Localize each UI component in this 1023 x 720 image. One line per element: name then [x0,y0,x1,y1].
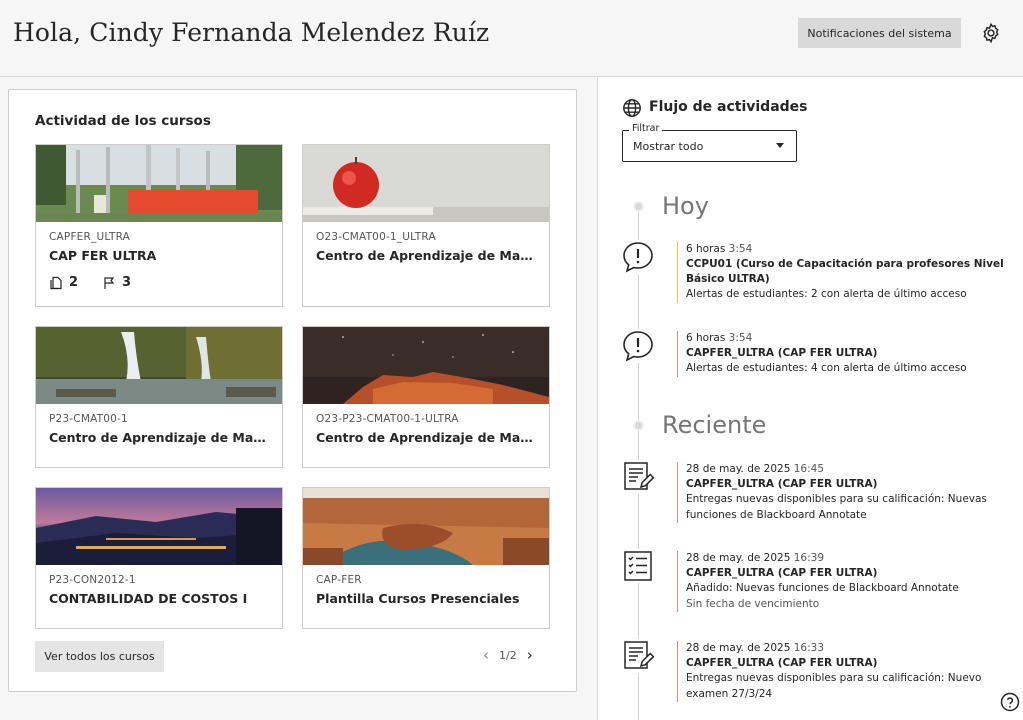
course-thumbnail [36,145,282,222]
activity-stream-panel: Flujo de actividades Filtrar Mostrar tod… [597,77,1023,720]
course-thumbnail [303,488,549,565]
course-flags-count: 3 [122,275,132,290]
course-activity-card: Actividad de los cursos CAPFER_ULTRA CAP… [8,89,577,692]
alert-icon [621,240,655,274]
activity-description: Entregas nuevas disponibles para su cali… [686,672,982,700]
course-activity-title: Actividad de los cursos [35,113,211,129]
course-thumbnail [36,488,282,565]
activity-time: 3:54 [728,332,753,344]
previous-page-icon[interactable]: ‹ [483,648,489,663]
checklist-icon [621,549,655,583]
activity-course[interactable]: CAPFER_ULTRA (CAP FER ULTRA) [686,656,1007,671]
grading-document-icon [621,460,655,494]
activity-description: Entregas nuevas disponibles para su cali… [686,493,987,521]
course-name: Centro de Aprendizaje de Matemática [316,248,538,263]
grading-document-icon [621,639,655,673]
alert-icon [621,329,655,363]
activity-date: 28 de may. de 2025 [686,463,791,475]
activity-due-date: Sin fecha de vencimiento [686,597,820,610]
course-card-o23-p23-cmat00-1-ultra[interactable]: O23-P23-CMAT00-1-ULTRA Centro de Aprendi… [302,326,550,468]
activity-item[interactable]: 28 de may. de 2025 16:45 CAPFER_ULTRA (C… [677,462,1007,523]
activity-item[interactable]: 6 horas 3:54 CCPU01 (Curso de Capacitaci… [677,242,1007,303]
activity-description: Añadido: Nuevas funciones de Blackboard … [686,582,959,594]
course-stats: 2 3 [49,275,131,290]
timeline-dot [633,201,644,212]
course-files-count: 2 [69,275,79,290]
course-code: CAP-FER [316,574,362,586]
activity-course[interactable]: CAPFER_ULTRA (CAP FER ULTRA) [686,566,1007,581]
course-thumbnail [36,327,282,404]
activity-item[interactable]: 28 de may. de 2025 16:33 CAPFER_ULTRA (C… [677,641,1007,702]
document-icon [50,276,62,289]
activity-date: 28 de may. de 2025 [686,642,791,654]
activity-stream-title: Flujo de actividades [649,99,808,115]
filter-value: Mostrar todo [633,140,704,153]
course-thumbnail [303,145,549,222]
flag-icon [104,276,115,289]
activity-item[interactable]: 28 de may. de 2025 16:39 CAPFER_ULTRA (C… [677,551,1007,612]
course-code: O23-P23-CMAT00-1-ULTRA [316,413,459,425]
activity-course[interactable]: CCPU01 (Curso de Capacitación para profe… [686,257,1007,287]
activity-date: 28 de may. de 2025 [686,552,791,564]
course-card-capfer-ultra[interactable]: CAPFER_ULTRA CAP FER ULTRA 2 3 [35,144,283,307]
filter-select[interactable]: Filtrar Mostrar todo [622,123,797,162]
activity-course[interactable]: CAPFER_ULTRA (CAP FER ULTRA) [686,477,1007,492]
course-code: O23-CMAT00-1_ULTRA [316,231,436,243]
activity-description: Alertas de estudiantes: 2 con alerta de … [686,288,967,300]
gear-icon[interactable] [980,22,1002,44]
activity-description: Alertas de estudiantes: 4 con alerta de … [686,362,967,374]
page-header: Hola, Cindy Fernanda Melendez Ruíz Notif… [0,0,1023,77]
course-code: P23-CON2012-1 [49,574,136,586]
page-indicator: 1/2 [499,649,517,662]
course-card-cap-fer[interactable]: CAP-FER Plantilla Cursos Presenciales [302,487,550,629]
section-today: Hoy [662,192,709,220]
course-name: Centro de Aprendizaje de Matemática [49,430,271,445]
globe-icon [623,99,641,117]
activity-time: 16:39 [793,552,825,564]
timeline-dot [633,420,644,431]
course-code: P23-CMAT00-1 [49,413,128,425]
activity-time-ago: 6 horas [686,332,726,344]
help-icon[interactable] [1000,692,1020,712]
course-card-p23-cmat00-1[interactable]: P23-CMAT00-1 Centro de Aprendizaje de Ma… [35,326,283,468]
activity-time: 16:45 [793,463,825,475]
course-card-p23-con2012-1[interactable]: P23-CON2012-1 CONTABILIDAD DE COSTOS I [35,487,283,629]
course-name: CAP FER ULTRA [49,248,157,263]
course-thumbnail [303,327,549,404]
course-card-o23-cmat00-1-ultra[interactable]: O23-CMAT00-1_ULTRA Centro de Aprendizaje… [302,144,550,307]
activity-item[interactable]: 6 horas 3:54 CAPFER_ULTRA (CAP FER ULTRA… [677,331,1007,377]
course-name: CONTABILIDAD DE COSTOS I [49,591,248,606]
greeting-title: Hola, Cindy Fernanda Melendez Ruíz [13,18,490,47]
course-name: Plantilla Cursos Presenciales [316,591,520,606]
course-pager: ‹ 1/2 › [483,648,533,663]
course-name: Centro de Aprendizaje de Matemática [316,430,538,445]
view-all-courses-button[interactable]: Ver todos los cursos [35,641,164,672]
activity-time: 3:54 [728,243,753,255]
section-recent: Reciente [662,411,767,439]
activity-time: 16:33 [793,642,825,654]
course-code: CAPFER_ULTRA [49,231,131,243]
filter-label: Filtrar [629,123,663,134]
system-notifications-button[interactable]: Notificaciones del sistema [798,18,961,48]
caret-down-icon [776,143,784,148]
next-page-icon[interactable]: › [527,648,533,663]
activity-time-ago: 6 horas [686,243,726,255]
activity-course[interactable]: CAPFER_ULTRA (CAP FER ULTRA) [686,346,1007,361]
